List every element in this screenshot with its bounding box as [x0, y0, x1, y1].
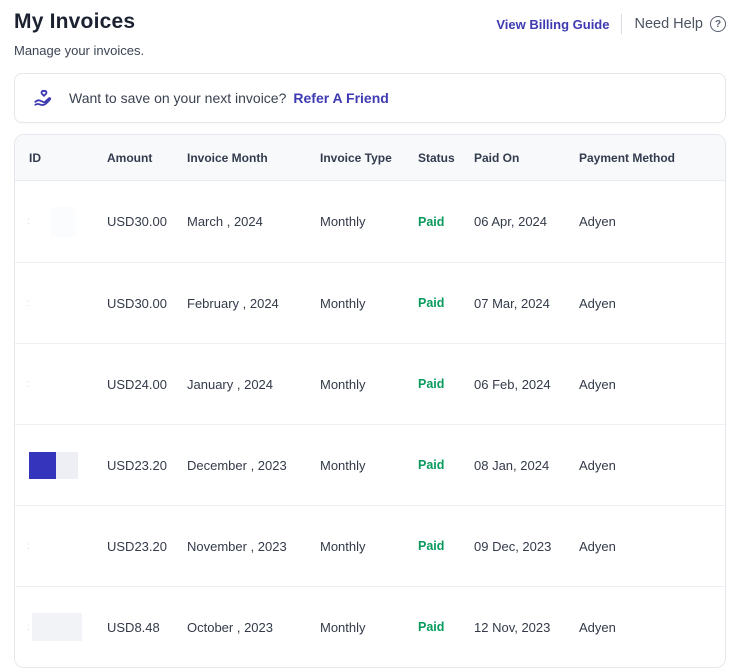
invoice-month: March , 2024 — [187, 214, 263, 229]
invoice-type: Monthly — [320, 619, 366, 635]
invoice-id-redacted: : — [27, 297, 30, 309]
view-billing-guide-link[interactable]: View Billing Guide — [496, 17, 609, 32]
status-badge: Paid — [418, 296, 445, 310]
payment-method: Adyen — [579, 376, 616, 392]
invoice-month: November , 2023 — [187, 538, 287, 554]
status-badge: Paid — [418, 539, 445, 553]
invoice-amount: USD30.00 — [107, 295, 167, 311]
payment-method: Adyen — [579, 295, 616, 311]
invoice-amount: USD30.00 — [107, 214, 167, 229]
page-title: My Invoices — [14, 10, 136, 33]
invoice-month: October , 2023 — [187, 619, 273, 635]
paid-on-date: 06 Apr, 2024 — [474, 214, 548, 229]
table-row: : USD30.00 March , 2024 Monthly Paid 06 … — [15, 181, 725, 262]
invoice-type: Monthly — [320, 295, 366, 311]
invoice-id-redacted: : — [27, 181, 107, 262]
invoice-id-redacted-highlighted — [29, 425, 107, 505]
table-row: : USD30.00 February , 2024 Monthly Paid … — [15, 262, 725, 343]
table-row: : USD8.48 October , 2023 Monthly Paid 12… — [15, 586, 725, 667]
page-header: My Invoices Manage your invoices. View B… — [14, 8, 726, 58]
referral-message: Want to save on your next invoice? — [69, 90, 287, 106]
question-mark-icon: ? — [710, 16, 726, 32]
column-header-status: Status — [418, 150, 455, 165]
header-divider — [621, 14, 623, 34]
column-header-paid-on: Paid On — [474, 150, 520, 165]
refer-a-friend-link[interactable]: Refer A Friend — [293, 90, 388, 106]
invoice-id-redacted: : — [27, 378, 30, 390]
invoice-month: December , 2023 — [187, 457, 287, 473]
status-badge: Paid — [418, 377, 445, 391]
column-header-invoice-month: Invoice Month — [187, 150, 268, 165]
need-help-label: Need Help — [634, 16, 703, 32]
payment-method: Adyen — [579, 214, 616, 229]
status-badge: Paid — [418, 458, 445, 472]
invoice-type: Monthly — [320, 376, 366, 392]
status-badge: Paid — [418, 620, 445, 634]
paid-on-date: 06 Feb, 2024 — [474, 376, 551, 392]
paid-on-date: 12 Nov, 2023 — [474, 619, 551, 635]
column-header-id: ID — [29, 150, 41, 165]
id-highlight-box — [29, 451, 56, 479]
referral-banner: Want to save on your next invoice? Refer… — [14, 73, 726, 123]
my-invoices-page: My Invoices Manage your invoices. View B… — [0, 0, 740, 668]
page-subtitle: Manage your invoices. — [14, 43, 145, 58]
title-block: My Invoices Manage your invoices. — [14, 8, 144, 58]
table-row: USD23.20 December , 2023 Monthly Paid 08… — [15, 424, 725, 505]
status-badge: Paid — [418, 214, 445, 229]
paid-on-date: 09 Dec, 2023 — [474, 538, 552, 554]
invoice-id-redacted: : — [27, 587, 107, 667]
hand-holding-heart-icon — [31, 86, 55, 110]
paid-on-date: 07 Mar, 2024 — [474, 295, 550, 311]
column-header-invoice-type: Invoice Type — [320, 150, 392, 165]
need-help-button[interactable]: Need Help ? — [634, 16, 726, 32]
table-row: : USD23.20 November , 2023 Monthly Paid … — [15, 505, 725, 586]
invoices-table: ID Amount Invoice Month Invoice Type Sta… — [14, 134, 726, 668]
header-actions: View Billing Guide Need Help ? — [496, 8, 726, 34]
invoice-type: Monthly — [320, 457, 366, 473]
invoice-month: January , 2024 — [187, 376, 274, 392]
invoice-type: Monthly — [320, 538, 366, 554]
table-header-row: ID Amount Invoice Month Invoice Type Sta… — [15, 135, 725, 181]
invoice-type: Monthly — [320, 214, 366, 229]
invoice-amount: USD23.20 — [107, 538, 167, 554]
payment-method: Adyen — [579, 619, 616, 635]
table-row: : USD24.00 January , 2024 Monthly Paid 0… — [15, 343, 725, 424]
invoice-amount: USD23.20 — [107, 457, 167, 473]
column-header-payment-method: Payment Method — [579, 150, 676, 165]
payment-method: Adyen — [579, 457, 616, 473]
column-header-amount: Amount — [107, 150, 153, 165]
invoice-id-redacted: : — [27, 540, 30, 552]
paid-on-date: 08 Jan, 2024 — [474, 457, 550, 473]
invoice-amount: USD24.00 — [107, 376, 167, 392]
payment-method: Adyen — [579, 538, 616, 554]
invoice-amount: USD8.48 — [107, 619, 160, 635]
invoice-month: February , 2024 — [187, 295, 279, 311]
